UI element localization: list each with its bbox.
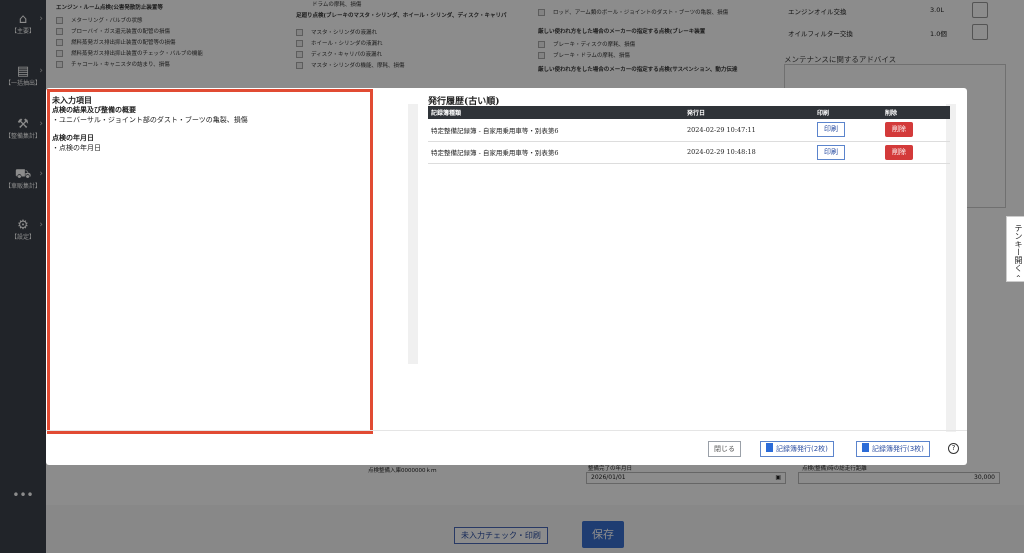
record-type: 特定整備記録簿 - 自家用乗用車等・別表第6 (428, 119, 684, 142)
pdf-icon (766, 443, 773, 452)
missing-item: ・ユニバーサル・ジョイント部のダスト・ブーツの亀裂、損傷 (52, 116, 248, 124)
issue-date: 2024-02-29 10:47:11 (684, 119, 814, 142)
button-label: 記録簿発行(2枚) (776, 445, 828, 453)
missing-fields-title: 未入力項目 (52, 95, 92, 105)
button-label: 記録簿発行(3枚) (872, 445, 924, 453)
delete-button[interactable]: 削除 (885, 122, 913, 138)
issue-date: 2024-02-29 10:48:18 (684, 141, 814, 164)
missing-item: ・点検の年月日 (52, 144, 101, 152)
delete-button[interactable]: 削除 (885, 144, 913, 160)
history-table: 記録簿種類 発行日 印刷 削除 特定整備記録簿 - 自家用乗用車等・別表第6 2… (428, 106, 950, 164)
keypad-toggle-tab[interactable]: テンキー開く ‹ (1006, 216, 1024, 282)
issue-dialog: 未入力項目 点検の結果及び整備の概要 ・ユニバーサル・ジョイント部のダスト・ブー… (46, 88, 967, 465)
print-button[interactable]: 印刷 (817, 144, 845, 160)
scrollbar[interactable] (408, 104, 418, 364)
table-header-row: 記録簿種類 発行日 印刷 削除 (428, 106, 950, 119)
record-type: 特定整備記録簿 - 自家用乗用車等・別表第6 (428, 141, 684, 164)
column-header: 記録簿種類 (428, 106, 684, 119)
column-header: 発行日 (684, 106, 814, 119)
issue-3-sheets-button[interactable]: 記録簿発行(3枚) (856, 441, 930, 457)
pdf-icon (862, 443, 869, 452)
table-row: 特定整備記録簿 - 自家用乗用車等・別表第6 2024-02-29 10:47:… (428, 119, 950, 142)
issue-history-panel: 発行履歴(古い順) 記録簿種類 発行日 印刷 削除 特定整備記録簿 - 自家用乗… (408, 92, 966, 432)
issue-2-sheets-button[interactable]: 記録簿発行(2枚) (760, 441, 834, 457)
table-row: 特定整備記録簿 - 自家用乗用車等・別表第6 2024-02-29 10:48:… (428, 141, 950, 164)
print-button[interactable]: 印刷 (817, 122, 845, 138)
column-header: 削除 (882, 106, 950, 119)
close-button[interactable]: 閉じる (708, 441, 741, 457)
column-header: 印刷 (814, 106, 882, 119)
missing-fields-panel: 未入力項目 点検の結果及び整備の概要 ・ユニバーサル・ジョイント部のダスト・ブー… (47, 89, 373, 434)
missing-group-title: 点検の結果及び整備の概要 (52, 105, 136, 114)
dialog-footer: 閉じる 記録簿発行(2枚) 記録簿発行(3枚) ? (46, 430, 967, 465)
missing-group-title: 点検の年月日 (52, 133, 94, 142)
help-icon[interactable]: ? (948, 443, 959, 454)
